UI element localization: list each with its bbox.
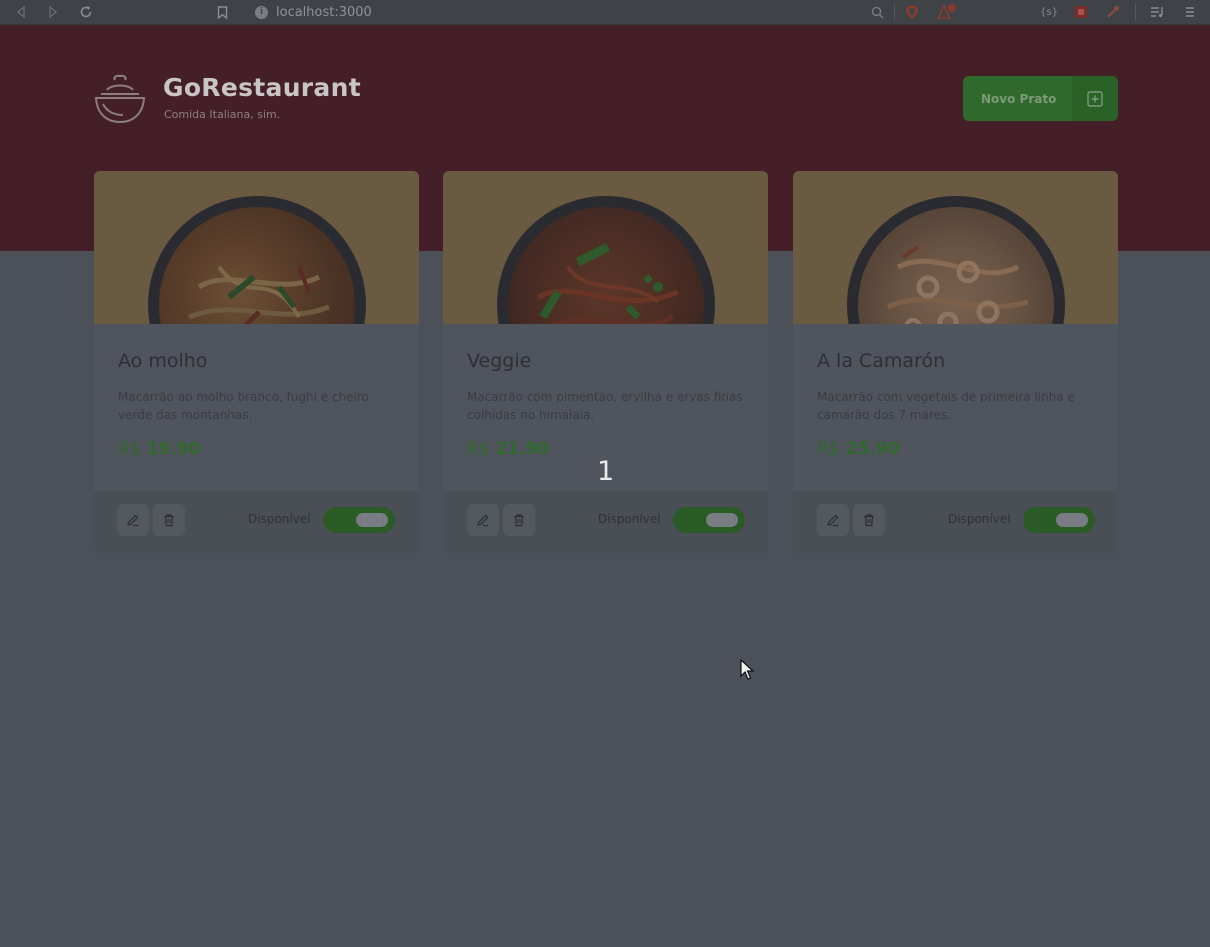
url-text: localhost:3000 — [276, 4, 372, 20]
availability-label: Disponível — [948, 512, 1011, 526]
delete-button[interactable] — [853, 504, 885, 536]
price-value: 19.90 — [146, 439, 201, 459]
add-square-icon — [1072, 76, 1118, 121]
food-name: Ao molho — [118, 350, 208, 372]
bookmark-icon[interactable] — [214, 0, 230, 24]
brand-subtitle: Comida Italiana, sim. — [164, 108, 281, 121]
dish-photo — [158, 207, 355, 324]
browser-toolbar: i localhost:3000 {s} — [0, 0, 1210, 25]
extension-tool-icon[interactable] — [1104, 0, 1122, 24]
playlist-icon[interactable] — [1148, 0, 1166, 24]
shield-icon[interactable] — [903, 0, 921, 24]
card-footer: Disponível — [443, 491, 768, 553]
food-description: Macarrão ao molho branco, fughi e cheiro… — [118, 390, 369, 422]
availability-label: Disponível — [598, 512, 661, 526]
edit-button[interactable] — [467, 504, 499, 536]
availability-toggle[interactable] — [1023, 507, 1095, 533]
food-description: Macarrão com pimentão, ervilha e ervas f… — [467, 390, 743, 422]
extension-json-icon[interactable]: {s} — [1040, 0, 1058, 24]
step-number-overlay: 1 — [597, 456, 615, 487]
card-footer: Disponível — [793, 491, 1118, 553]
availability-label: Disponível — [248, 512, 311, 526]
toggle-knob — [706, 513, 738, 527]
food-name: A la Camarón — [817, 350, 946, 372]
trash-icon — [164, 514, 174, 527]
food-price: R$ 25.90 — [817, 439, 1095, 459]
delete-button[interactable] — [153, 504, 185, 536]
brand-title: GoRestaurant — [163, 73, 361, 102]
zoom-icon[interactable] — [868, 0, 886, 24]
extension-red-icon[interactable] — [1072, 0, 1090, 24]
dish-photo — [857, 207, 1054, 324]
site-info-icon[interactable]: i — [255, 5, 268, 19]
address-bar[interactable]: i localhost:3000 — [255, 0, 372, 24]
availability-toggle[interactable] — [673, 507, 745, 533]
menu-icon[interactable] — [1181, 0, 1199, 24]
delete-button[interactable] — [503, 504, 535, 536]
pencil-icon — [477, 514, 489, 527]
new-dish-button[interactable]: Novo Prato — [963, 76, 1118, 121]
card-body: Ao molho Macarrão ao molho branco, fughi… — [94, 324, 419, 491]
price-currency: R$ — [817, 439, 840, 459]
price-value: 25.90 — [845, 439, 900, 459]
toolbar-divider — [1135, 4, 1136, 20]
food-bowl-icon — [94, 74, 146, 124]
food-name: Veggie — [467, 350, 532, 372]
trash-icon — [514, 514, 524, 527]
pencil-icon — [827, 514, 839, 527]
price-currency: R$ — [118, 439, 141, 459]
forward-icon[interactable] — [44, 0, 62, 24]
food-description: Macarrão com vegetais de primeira linha … — [817, 390, 1075, 422]
dish-photo — [507, 207, 704, 324]
toolbar-divider — [894, 4, 895, 20]
price-currency: R$ — [467, 439, 490, 459]
back-icon[interactable] — [12, 0, 30, 24]
card-body: A la Camarón Macarrão com vegetais de pr… — [793, 324, 1118, 491]
food-card: Veggie Macarrão com pimentão, ervilha e … — [443, 171, 768, 553]
availability-toggle[interactable] — [323, 507, 395, 533]
warning-icon[interactable] — [936, 0, 958, 24]
toggle-knob — [1056, 513, 1088, 527]
food-price: R$ 19.90 — [118, 439, 396, 459]
food-image — [793, 171, 1118, 324]
food-card: Ao molho Macarrão ao molho branco, fughi… — [94, 171, 419, 553]
pencil-icon — [127, 514, 139, 527]
food-image — [94, 171, 419, 324]
food-card: A la Camarón Macarrão com vegetais de pr… — [793, 171, 1118, 553]
edit-button[interactable] — [817, 504, 849, 536]
price-value: 21.90 — [495, 439, 550, 459]
toggle-knob — [356, 513, 388, 527]
mouse-cursor-icon — [740, 659, 754, 680]
card-footer: Disponível — [94, 491, 419, 553]
trash-icon — [864, 514, 874, 527]
food-image — [443, 171, 768, 324]
edit-button[interactable] — [117, 504, 149, 536]
new-dish-button-label: Novo Prato — [981, 91, 1057, 106]
reload-icon[interactable] — [77, 0, 95, 24]
